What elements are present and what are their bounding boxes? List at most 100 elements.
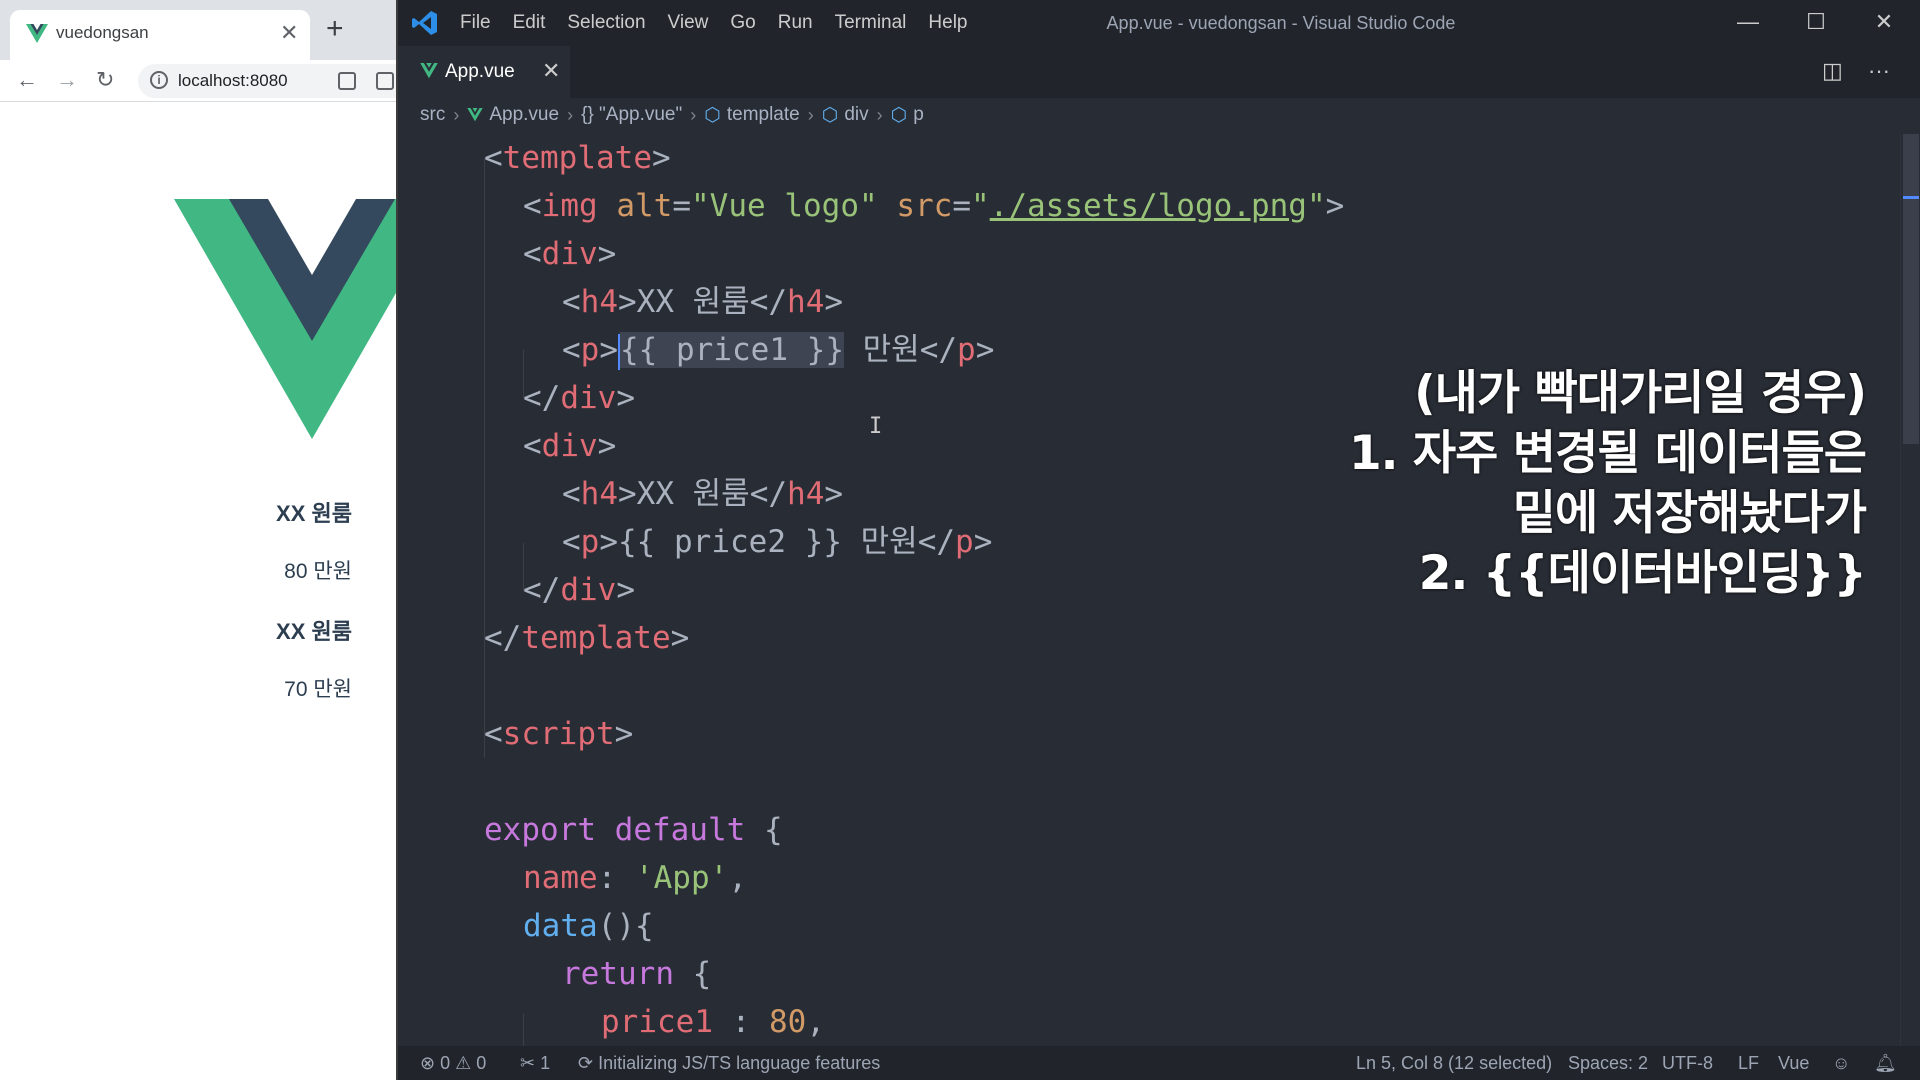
room-title: XX 원룸 — [276, 501, 352, 526]
caption-line: (내가 빡대가리일 경우) — [1414, 366, 1867, 421]
menu-file[interactable]: File — [460, 0, 491, 46]
editor-scrollbar[interactable] — [1900, 134, 1920, 1046]
browser-tab[interactable]: vuedongsan ✕ — [10, 10, 310, 60]
language-mode[interactable]: Vue — [1778, 1046, 1809, 1080]
menu-selection[interactable]: Selection — [567, 0, 645, 46]
code-line-18: return { — [562, 956, 712, 992]
error-count: 0 — [440, 1053, 451, 1073]
extension-icon[interactable] — [338, 72, 356, 90]
selected-text: {{ price1 }} — [620, 332, 844, 368]
editor-tab-bar: App.vue ✕ ◫ ··· — [398, 46, 1920, 98]
breadcrumb-src[interactable]: src — [420, 104, 445, 126]
code-line-16: name: 'App', — [523, 860, 747, 896]
browser-tab-close-icon[interactable]: ✕ — [280, 20, 298, 46]
cursor-position[interactable]: Ln 5, Col 8 (12 selected) — [1356, 1046, 1552, 1080]
language-server-status[interactable]: ⟳ Initializing JS/TS language features — [578, 1046, 880, 1080]
vscode-logo-icon — [412, 11, 437, 35]
code-line-13: <script> — [484, 716, 634, 752]
menu-terminal[interactable]: Terminal — [835, 0, 907, 46]
browser-window: vuedongsan ✕ + ← → ↻ i localhost:8080 XX… — [0, 0, 398, 1080]
browser-tab-title: vuedongsan — [56, 23, 149, 42]
task-text: Initializing JS/TS language features — [598, 1053, 881, 1073]
code-line-10: </div> — [523, 572, 635, 608]
code-line-17: data(){ — [523, 908, 654, 944]
room-price: 80 만원 — [284, 560, 352, 583]
ports-count: 1 — [540, 1053, 551, 1073]
tools-icon: ✂ — [520, 1053, 536, 1073]
chevron-right-icon: › — [567, 104, 574, 125]
problems-status[interactable]: ⊗ 0 ⚠ 0 — [420, 1046, 486, 1080]
code-line-1: <template> — [484, 140, 671, 176]
translate-icon[interactable] — [376, 72, 394, 90]
menu-edit[interactable]: Edit — [513, 0, 546, 46]
reload-icon[interactable]: ↻ — [96, 67, 114, 93]
scrollbar-thumb[interactable] — [1903, 134, 1919, 444]
room-title: XX 원룸 — [276, 619, 352, 644]
notifications-bell-icon[interactable]: 🔔︎ — [1874, 1046, 1897, 1080]
code-line-9: <p>{{ price2 }} 만원</p> — [562, 524, 993, 560]
site-info-icon[interactable]: i — [150, 71, 168, 89]
breadcrumb-file[interactable]: App.vue — [489, 104, 559, 126]
editor-tab-label: App.vue — [445, 61, 515, 82]
indent-guide — [484, 158, 485, 758]
sync-icon: ⟳ — [578, 1053, 594, 1073]
url-text[interactable]: localhost:8080 — [178, 71, 288, 91]
warning-count: 0 — [476, 1053, 487, 1073]
editor-tab-close-icon[interactable]: ✕ — [542, 58, 560, 84]
code-line-19: price1 : 80, — [601, 1004, 825, 1040]
code-line-2: <img alt="Vue logo" src="./assets/logo.p… — [523, 188, 1345, 224]
menu-view[interactable]: View — [668, 0, 709, 46]
chevron-right-icon: › — [690, 104, 697, 125]
breadcrumb-template[interactable]: template — [727, 104, 800, 126]
indent-guide — [523, 1014, 524, 1046]
close-window-icon[interactable]: ✕ — [1854, 0, 1914, 46]
editor-tab-app-vue[interactable]: App.vue ✕ — [398, 46, 570, 98]
file-link[interactable]: ./assets/logo.png — [990, 188, 1307, 224]
indentation-status[interactable]: Spaces: 2 — [1568, 1046, 1648, 1080]
vue-file-icon — [467, 108, 484, 122]
code-line-5: <p>{{ price1 }} 만원</p> — [562, 332, 995, 370]
breadcrumb-p[interactable]: p — [913, 104, 924, 126]
chevron-right-icon: › — [807, 104, 814, 125]
browser-tabstrip: vuedongsan ✕ + — [0, 0, 396, 60]
maximize-icon[interactable]: ☐ — [1786, 0, 1846, 46]
code-line-11: </template> — [484, 620, 690, 656]
encoding-status[interactable]: UTF-8 — [1662, 1046, 1713, 1080]
menu-go[interactable]: Go — [730, 0, 755, 46]
title-bar: File Edit Selection View Go Run Terminal… — [398, 0, 1920, 46]
chevron-right-icon: › — [453, 104, 460, 125]
split-editor-icon[interactable]: ◫ — [1822, 58, 1843, 84]
back-arrow-icon[interactable]: ← — [16, 67, 38, 93]
eol-status[interactable]: LF — [1738, 1046, 1759, 1080]
menu-run[interactable]: Run — [778, 0, 813, 46]
ports-status[interactable]: ✂ 1 — [520, 1046, 550, 1080]
caption-overlay: (내가 빡대가리일 경우) 1. 자주 변경될 데이터들은 밑에 저장해놨다가 … — [1349, 364, 1867, 604]
vue-file-icon — [420, 63, 438, 79]
breadcrumb-div[interactable]: div — [844, 104, 868, 126]
warning-icon: ⚠ — [455, 1053, 472, 1073]
address-bar[interactable]: i localhost:8080 — [138, 64, 396, 98]
room-price: 70 만원 — [284, 678, 352, 701]
vue-favicon-icon — [26, 24, 48, 43]
menu-bar: File Edit Selection View Go Run Terminal… — [460, 0, 990, 46]
screen: vuedongsan ✕ + ← → ↻ i localhost:8080 XX… — [0, 0, 1920, 1080]
mouse-ibeam-cursor: I — [869, 414, 883, 439]
code-line-7: <div> — [523, 428, 617, 464]
caption-line: 2. {{데이터바인딩}} — [1418, 546, 1867, 601]
status-bar: ⊗ 0 ⚠ 0 ✂ 1 ⟳ Initializing JS/TS languag… — [398, 1046, 1920, 1080]
more-actions-icon[interactable]: ··· — [1868, 58, 1890, 84]
cube-icon: ⬡ — [890, 104, 908, 126]
feedback-icon[interactable]: ☺ — [1832, 1046, 1850, 1080]
new-tab-button[interactable]: + — [326, 14, 344, 44]
breadcrumb-module[interactable]: {} "App.vue" — [581, 104, 682, 126]
breadcrumb: src › App.vue › {} "App.vue" › ⬡ templat… — [420, 100, 924, 130]
cube-icon: ⬡ — [704, 104, 721, 126]
caption-line: 밑에 저장해놨다가 — [1512, 486, 1867, 541]
browser-viewport: XX 원룸 80 만원 XX 원룸 70 만원 — [0, 103, 396, 1080]
code-line-4: <h4>XX 원룸</h4> — [562, 284, 844, 320]
code-line-3: <div> — [523, 236, 617, 272]
forward-arrow-icon[interactable]: → — [56, 67, 78, 93]
minimize-icon[interactable]: — — [1718, 0, 1778, 46]
window-title: App.vue - vuedongsan - Visual Studio Cod… — [1106, 13, 1456, 33]
menu-help[interactable]: Help — [928, 0, 967, 46]
